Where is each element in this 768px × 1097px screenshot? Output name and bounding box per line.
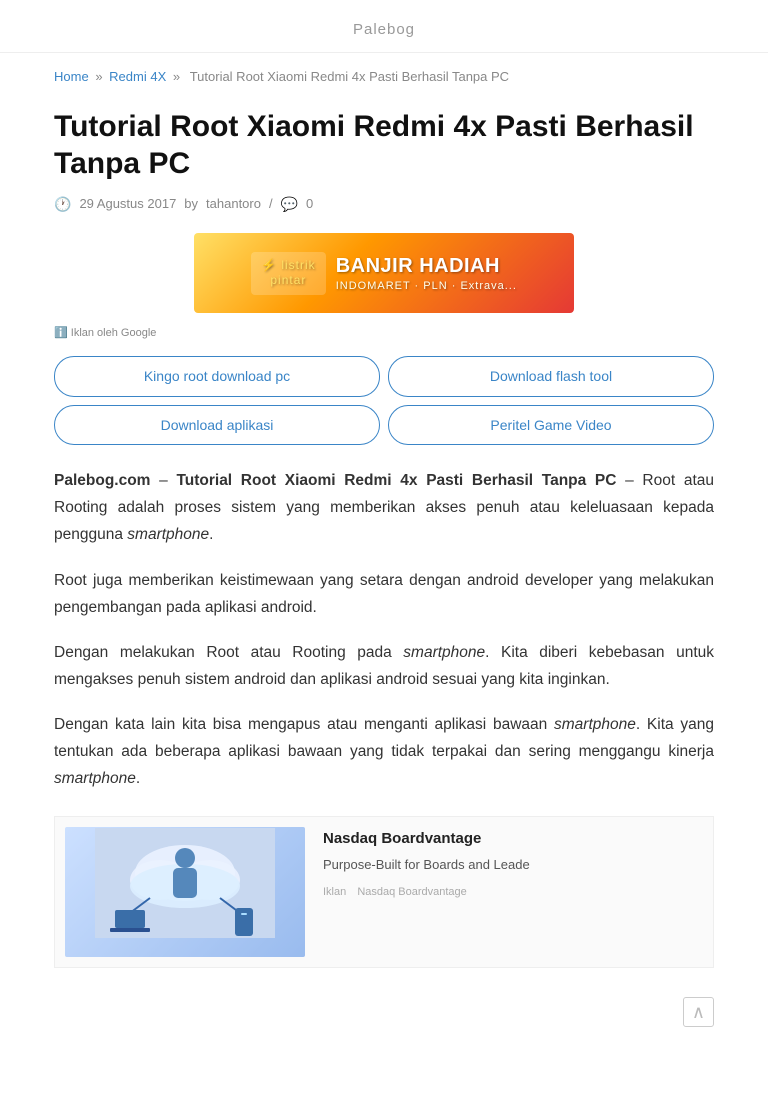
- intro-dash: –: [150, 472, 176, 489]
- para4-start: Dengan kata lain kita bisa mengapus atau…: [54, 716, 554, 733]
- post-meta-sep: /: [269, 194, 273, 215]
- post-body: Palebog.com – Tutorial Root Xiaomi Redmi…: [54, 467, 714, 792]
- ad-widget[interactable]: Nasdaq Boardvantage Purpose-Built for Bo…: [54, 816, 714, 968]
- clock-icon: 🕐: [54, 193, 71, 215]
- ad-links: Kingo root download pc Download flash to…: [54, 356, 714, 445]
- para-3: Dengan melakukan Root atau Rooting pada …: [54, 639, 714, 693]
- ad-widget-icon: [95, 828, 275, 957]
- post-date: 29 Agustus 2017: [79, 194, 176, 215]
- site-title: Palebog: [0, 18, 768, 42]
- back-to-top[interactable]: ∧: [54, 968, 714, 1037]
- post-meta: 🕐 29 Agustus 2017 by tahantoro / 💬 0: [54, 193, 714, 215]
- ad-label: ℹ️ Iklan oleh Google: [54, 325, 714, 343]
- ad-widget-title: Nasdaq Boardvantage: [323, 827, 703, 851]
- ad-widget-advertiser: Nasdaq Boardvantage: [357, 886, 466, 898]
- intro-dash2: –: [616, 472, 642, 489]
- intro-title: Tutorial Root Xiaomi Redmi 4x Pasti Berh…: [176, 472, 616, 489]
- breadcrumb-redmi[interactable]: Redmi 4X: [109, 69, 166, 84]
- para3-start: Dengan melakukan Root atau Rooting pada: [54, 644, 403, 661]
- post-author: tahantoro: [206, 194, 261, 215]
- breadcrumb-current: Tutorial Root Xiaomi Redmi 4x Pasti Berh…: [190, 69, 509, 84]
- ad-banner[interactable]: ⚡ listrikpintar BANJIR HADIAH INDOMARET …: [194, 233, 574, 313]
- ad-block: ⚡ listrikpintar BANJIR HADIAH INDOMARET …: [54, 233, 714, 342]
- smartphone-4: smartphone: [54, 770, 136, 787]
- ad-info-icon: ℹ️: [54, 327, 68, 339]
- breadcrumb-home[interactable]: Home: [54, 69, 89, 84]
- site-header: Palebog: [0, 0, 768, 53]
- ad-widget-desc: Purpose-Built for Boards and Leade: [323, 855, 703, 876]
- ad-widget-image: [65, 827, 305, 957]
- intro-site: Palebog.com: [54, 472, 150, 489]
- ad-widget-ad-text: Iklan: [323, 886, 346, 898]
- post-title: Tutorial Root Xiaomi Redmi 4x Pasti Berh…: [54, 108, 714, 183]
- comment-icon: 💬: [281, 193, 298, 215]
- ad-link-peritel[interactable]: Peritel Game Video: [388, 405, 714, 445]
- breadcrumb-sep2: »: [173, 69, 184, 84]
- ad-link-flash[interactable]: Download flash tool: [388, 356, 714, 396]
- ad-widget-label: Iklan Nasdaq Boardvantage: [323, 884, 703, 902]
- breadcrumb-sep1: »: [95, 69, 106, 84]
- smartphone-2: smartphone: [403, 644, 485, 661]
- breadcrumb: Home » Redmi 4X » Tutorial Root Xiaomi R…: [54, 53, 714, 98]
- ad-banner-inner: ⚡ listrikpintar BANJIR HADIAH INDOMARET …: [194, 233, 574, 313]
- intro-end: .: [209, 526, 213, 543]
- ad-link-kingo[interactable]: Kingo root download pc: [54, 356, 380, 396]
- para-4: Dengan kata lain kita bisa mengapus atau…: [54, 711, 714, 792]
- post-by: by: [184, 194, 198, 215]
- ad-link-aplikasi[interactable]: Download aplikasi: [54, 405, 380, 445]
- smartphone-3: smartphone: [554, 716, 636, 733]
- smartphone-1: smartphone: [127, 526, 209, 543]
- para-2: Root juga memberikan keistimewaan yang s…: [54, 567, 714, 621]
- para4-end: .: [136, 770, 140, 787]
- post-comments: 0: [306, 194, 313, 215]
- ad-widget-text: Nasdaq Boardvantage Purpose-Built for Bo…: [323, 827, 703, 901]
- intro-paragraph: Palebog.com – Tutorial Root Xiaomi Redmi…: [54, 467, 714, 548]
- back-to-top-icon[interactable]: ∧: [683, 997, 714, 1027]
